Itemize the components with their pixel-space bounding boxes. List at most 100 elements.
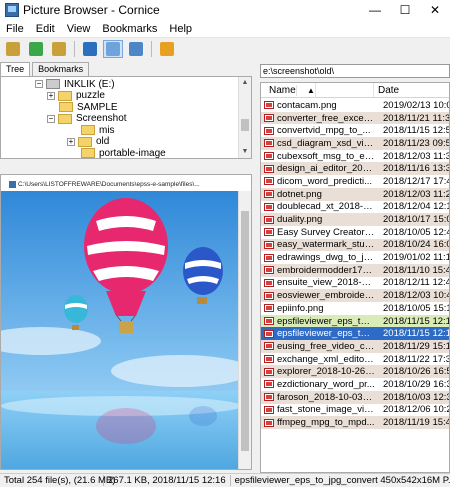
tree-item[interactable]: mis bbox=[81, 124, 115, 136]
tree-item[interactable]: − Screenshot bbox=[47, 113, 127, 125]
expand-icon[interactable]: + bbox=[47, 91, 55, 100]
file-date: 2018/12/04 12:11 bbox=[383, 201, 450, 213]
file-date: 2018/11/29 15:13 bbox=[383, 340, 450, 352]
collapse-icon[interactable]: − bbox=[47, 114, 55, 123]
file-date: 2018/10/17 15:02 bbox=[383, 214, 450, 226]
folder-tree[interactable]: ▲ ▼ − INKLIK (E:) + puzzle SAMPLE − Screenshot… bbox=[0, 76, 252, 159]
menu-view[interactable]: View bbox=[61, 23, 97, 35]
file-row[interactable]: Easy Survey Creator_2... 2018/10/05 12:40 bbox=[261, 226, 449, 239]
tree-item[interactable]: portable-image bbox=[81, 147, 166, 159]
menu-file[interactable]: File bbox=[0, 23, 30, 35]
menu-bookmarks[interactable]: Bookmarks bbox=[96, 23, 163, 35]
status-file: epsfileviewer_eps_to_jpg_convert 450x542… bbox=[234, 475, 450, 486]
file-name: epsfileviewer_eps_to_j... bbox=[277, 315, 375, 327]
file-row[interactable]: converter_free_excel_t... 2018/11/21 11:3… bbox=[261, 111, 450, 125]
file-date: 2018/10/05 15:10 bbox=[383, 302, 450, 314]
back-button[interactable] bbox=[3, 40, 23, 58]
file-row[interactable]: epiinfo.png 2018/10/05 15:10 bbox=[261, 302, 450, 315]
file-row[interactable]: ezdictionary_word_pr... 2018/10/29 16:37 bbox=[261, 378, 449, 391]
file-row[interactable]: fast_stone_image_vie... 2018/12/06 10:20 bbox=[261, 404, 449, 417]
file-row[interactable]: eusing_free_video_co... 2018/11/29 15:13 bbox=[261, 340, 450, 353]
file-name: cubexsoft_msg_to_em... bbox=[277, 150, 375, 162]
column-date-header[interactable]: Date bbox=[374, 83, 449, 97]
file-row[interactable]: dicom_word_predicti... 2018/12/17 17:48 bbox=[261, 175, 449, 188]
file-date: 2018/11/15 12:17 bbox=[383, 315, 450, 327]
tree-item[interactable]: SAMPLE bbox=[59, 101, 118, 113]
path-input[interactable]: e:\screenshot\old\ bbox=[260, 64, 450, 78]
preview-scrollbar[interactable] bbox=[238, 191, 251, 469]
app-icon bbox=[5, 3, 19, 17]
column-name-header[interactable]: Name ▲ bbox=[261, 83, 374, 98]
preview-image bbox=[1, 191, 239, 469]
stop-button[interactable] bbox=[157, 40, 177, 58]
image-file-icon bbox=[264, 291, 274, 300]
tree-item-label: portable-image bbox=[99, 147, 166, 159]
image-file-icon bbox=[264, 418, 274, 427]
folder-up-button[interactable] bbox=[49, 40, 69, 58]
close-button[interactable]: ✕ bbox=[420, 0, 450, 20]
file-row[interactable]: easy_watermark_studi... 2018/10/24 16:05 bbox=[261, 238, 450, 252]
file-date: 2018/11/15 12:50 bbox=[383, 125, 450, 137]
file-row[interactable]: csd_diagram_xsd_vie... 2018/11/23 09:55 bbox=[261, 137, 450, 150]
file-row[interactable]: cubexsoft_msg_to_em... 2018/12/03 11:34 bbox=[261, 150, 450, 163]
file-row[interactable]: contacam.png 2019/02/13 10:05 bbox=[261, 99, 449, 112]
tree-item[interactable]: − INKLIK (E:) bbox=[35, 78, 115, 90]
tree-item[interactable]: + old bbox=[67, 136, 109, 148]
scroll-down-icon[interactable]: ▼ bbox=[239, 146, 251, 158]
image-file-icon bbox=[264, 355, 274, 364]
list-view-button[interactable] bbox=[103, 40, 123, 58]
minimize-button[interactable]: — bbox=[360, 0, 390, 20]
toolbar-separator bbox=[74, 41, 75, 57]
file-row[interactable]: design_ai_editor_2018... 2018/11/16 13:38 bbox=[261, 162, 449, 176]
file-date: 2018/10/24 16:05 bbox=[383, 239, 450, 251]
file-name: contacam.png bbox=[277, 99, 337, 111]
refresh-button[interactable] bbox=[80, 40, 100, 58]
file-row[interactable]: explorer_2018-10-26_1... 2018/10/26 16:50 bbox=[261, 365, 450, 379]
file-row[interactable]: exchange_xml_editor_... 2018/11/22 17:38 bbox=[261, 353, 449, 366]
thumbnail-view-button[interactable] bbox=[126, 40, 146, 58]
file-row[interactable]: edrawings_dwg_to_jp... 2019/01/02 11:16 bbox=[261, 251, 449, 264]
tree-scrollbar[interactable]: ▲ ▼ bbox=[238, 77, 251, 158]
file-name: duality.png bbox=[277, 214, 323, 226]
file-name: ffmpeg_mpg_to_mpd... bbox=[277, 417, 375, 429]
file-row[interactable]: faroson_2018-10-03_1... 2018/10/03 12:34 bbox=[261, 390, 449, 404]
file-name: doublecad_xt_2018-12... bbox=[277, 201, 375, 213]
file-row[interactable]: ensuite_view_2018-12... 2018/12/11 12:45 bbox=[261, 277, 449, 290]
image-file-icon bbox=[264, 228, 274, 237]
preview-scroll-thumb[interactable] bbox=[241, 211, 249, 451]
scroll-up-icon[interactable]: ▲ bbox=[239, 77, 251, 89]
tab-bookmarks[interactable]: Bookmarks bbox=[32, 62, 90, 76]
tree-item[interactable]: + puzzle bbox=[47, 90, 105, 102]
file-name: eosviewer_embroider... bbox=[277, 290, 375, 302]
file-date: 2018/11/21 11:34 bbox=[383, 112, 450, 124]
file-date: 2018/11/23 09:55 bbox=[383, 137, 450, 149]
file-row[interactable]: doublecad_xt_2018-12... 2018/12/04 12:11 bbox=[261, 201, 450, 214]
file-row[interactable]: duality.png 2018/10/17 15:02 bbox=[261, 213, 450, 226]
image-file-icon bbox=[264, 101, 274, 110]
file-list[interactable]: Name ▲ Date contacam.png 2019/02/13 10:05 c… bbox=[260, 82, 450, 473]
folder-up-icon bbox=[52, 42, 66, 56]
tab-tree[interactable]: Tree bbox=[0, 62, 31, 76]
file-row[interactable]: eosviewer_embroider... 2018/12/03 10:47 bbox=[261, 289, 449, 302]
file-row[interactable]: embroidermodder170... 2018/11/10 15:47 bbox=[261, 263, 449, 277]
up-button[interactable] bbox=[26, 40, 46, 58]
file-name: converter_free_excel_t... bbox=[277, 112, 375, 124]
file-name: eusing_free_video_co... bbox=[277, 340, 375, 352]
tree-item-label: mis bbox=[99, 124, 115, 136]
menu-edit[interactable]: Edit bbox=[30, 23, 61, 35]
file-row[interactable]: convertvid_mpg_to_... 2018/11/15 12:50 bbox=[261, 124, 450, 137]
maximize-button[interactable]: ☐ bbox=[390, 0, 420, 20]
file-row[interactable]: ffmpeg_mpg_to_mpd... 2018/11/19 15:47 bbox=[261, 416, 449, 429]
file-date: 2018/10/26 16:50 bbox=[383, 366, 450, 378]
collapse-icon[interactable]: − bbox=[35, 80, 43, 88]
file-row[interactable]: dotnet.png 2018/12/03 11:25 bbox=[261, 187, 449, 201]
image-file-icon bbox=[264, 304, 274, 313]
expand-icon[interactable]: + bbox=[67, 137, 75, 146]
file-row[interactable]: epsfileviewer_eps_to_j... 2018/11/15 12:1… bbox=[261, 314, 450, 328]
title-bar: Picture Browser - Cornice — ☐ ✕ bbox=[0, 0, 450, 20]
scroll-thumb[interactable] bbox=[241, 119, 249, 131]
menu-help[interactable]: Help bbox=[163, 23, 198, 35]
file-name: epiinfo.png bbox=[277, 302, 324, 314]
file-row[interactable]: epsfileviewer_eps_to_j... 2018/11/15 12:1… bbox=[261, 327, 449, 341]
file-date: 2018/12/03 11:34 bbox=[383, 150, 450, 162]
